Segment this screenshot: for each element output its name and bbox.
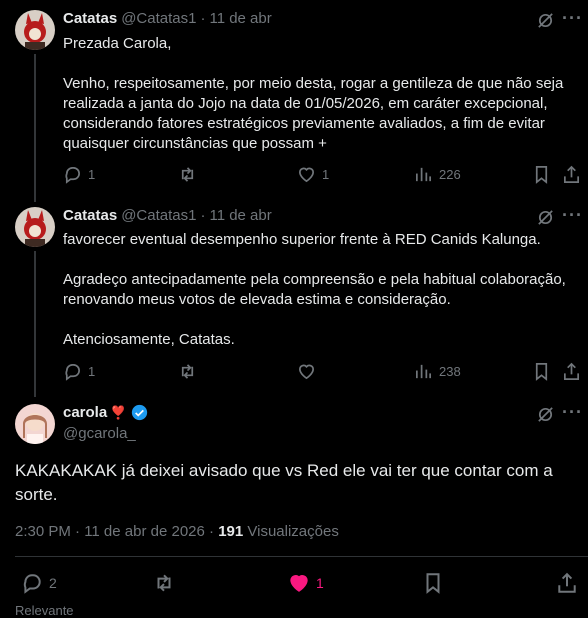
reply-count: 1 bbox=[88, 364, 96, 379]
more-options-icon[interactable]: ··· bbox=[562, 205, 583, 226]
thread-line bbox=[34, 251, 36, 397]
reply-button[interactable]: 2 bbox=[21, 572, 57, 594]
views-count: 191 bbox=[218, 523, 244, 540]
separator: · bbox=[200, 10, 206, 27]
views-button[interactable]: 238 bbox=[414, 362, 461, 381]
heart-icon bbox=[298, 167, 315, 183]
reply-count: 1 bbox=[88, 167, 96, 182]
retweet-button[interactable] bbox=[178, 165, 203, 184]
more-options-icon[interactable]: ··· bbox=[562, 402, 583, 423]
separator: · bbox=[200, 207, 206, 224]
share-icon[interactable] bbox=[562, 165, 581, 189]
tweet-text: Prezada Carola, Venho, respeitosamente, … bbox=[63, 35, 564, 152]
views-label: Visualizações bbox=[247, 523, 339, 540]
sort-label[interactable]: Relevante bbox=[15, 603, 74, 618]
retweet-button[interactable] bbox=[178, 362, 203, 381]
retweet-icon bbox=[157, 574, 171, 592]
reply-count: 2 bbox=[49, 575, 57, 591]
views-count: 238 bbox=[439, 364, 461, 379]
heart-filled-icon bbox=[290, 575, 308, 592]
tweet-text: favorecer eventual desempenho superior f… bbox=[63, 231, 566, 348]
bookmark-icon[interactable] bbox=[532, 362, 551, 386]
avatar[interactable] bbox=[15, 10, 55, 50]
avatar[interactable] bbox=[15, 207, 55, 247]
like-button[interactable]: 1 bbox=[288, 572, 324, 594]
author-name[interactable]: carola bbox=[63, 404, 107, 421]
reply-icon bbox=[23, 574, 41, 594]
share-icon[interactable] bbox=[556, 572, 578, 599]
like-button[interactable] bbox=[297, 362, 322, 381]
author-handle[interactable]: @Catatas1 bbox=[121, 10, 196, 27]
main-tweet-text: KAKAKAKAK já deixei avisado que vs Red e… bbox=[15, 461, 553, 504]
heart-icon bbox=[298, 364, 315, 380]
like-button[interactable]: 1 bbox=[297, 165, 329, 184]
like-count: 1 bbox=[322, 167, 330, 182]
author-name[interactable]: Catatas bbox=[63, 207, 117, 224]
bookmark-icon[interactable] bbox=[532, 165, 551, 189]
bookmark-icon[interactable] bbox=[422, 572, 444, 599]
reply-button[interactable]: 1 bbox=[63, 165, 95, 184]
reply-button[interactable]: 1 bbox=[63, 362, 95, 381]
like-count: 1 bbox=[316, 575, 324, 591]
tweet-date[interactable]: 11 de abr bbox=[209, 207, 271, 224]
reply-icon bbox=[65, 363, 80, 381]
avatar[interactable] bbox=[15, 404, 55, 444]
share-icon[interactable] bbox=[562, 362, 581, 386]
reply-icon bbox=[65, 166, 80, 184]
retweet-button[interactable] bbox=[153, 572, 175, 594]
author-name[interactable]: Catatas bbox=[63, 10, 117, 27]
grok-icon[interactable] bbox=[536, 405, 555, 429]
retweet-icon bbox=[181, 167, 194, 182]
tweet-timestamp[interactable]: 2:30 PM · 11 de abr de 2026 · bbox=[15, 523, 214, 540]
grok-icon[interactable] bbox=[536, 11, 555, 35]
heart-exclamation-emoji: ❣️ bbox=[110, 404, 127, 420]
views-button[interactable]: 226 bbox=[414, 165, 461, 184]
views-count: 226 bbox=[439, 167, 461, 182]
tweet-date[interactable]: 11 de abr bbox=[209, 10, 271, 27]
author-handle[interactable]: @Catatas1 bbox=[121, 207, 196, 224]
author-handle[interactable]: @gcarola_ bbox=[63, 425, 136, 442]
grok-icon[interactable] bbox=[536, 208, 555, 232]
views-icon bbox=[415, 167, 432, 182]
more-options-icon[interactable]: ··· bbox=[562, 8, 583, 29]
divider bbox=[15, 556, 588, 557]
views-icon bbox=[415, 364, 432, 379]
verified-badge-icon bbox=[131, 404, 148, 421]
thread-line bbox=[34, 54, 36, 202]
retweet-icon bbox=[181, 364, 194, 379]
